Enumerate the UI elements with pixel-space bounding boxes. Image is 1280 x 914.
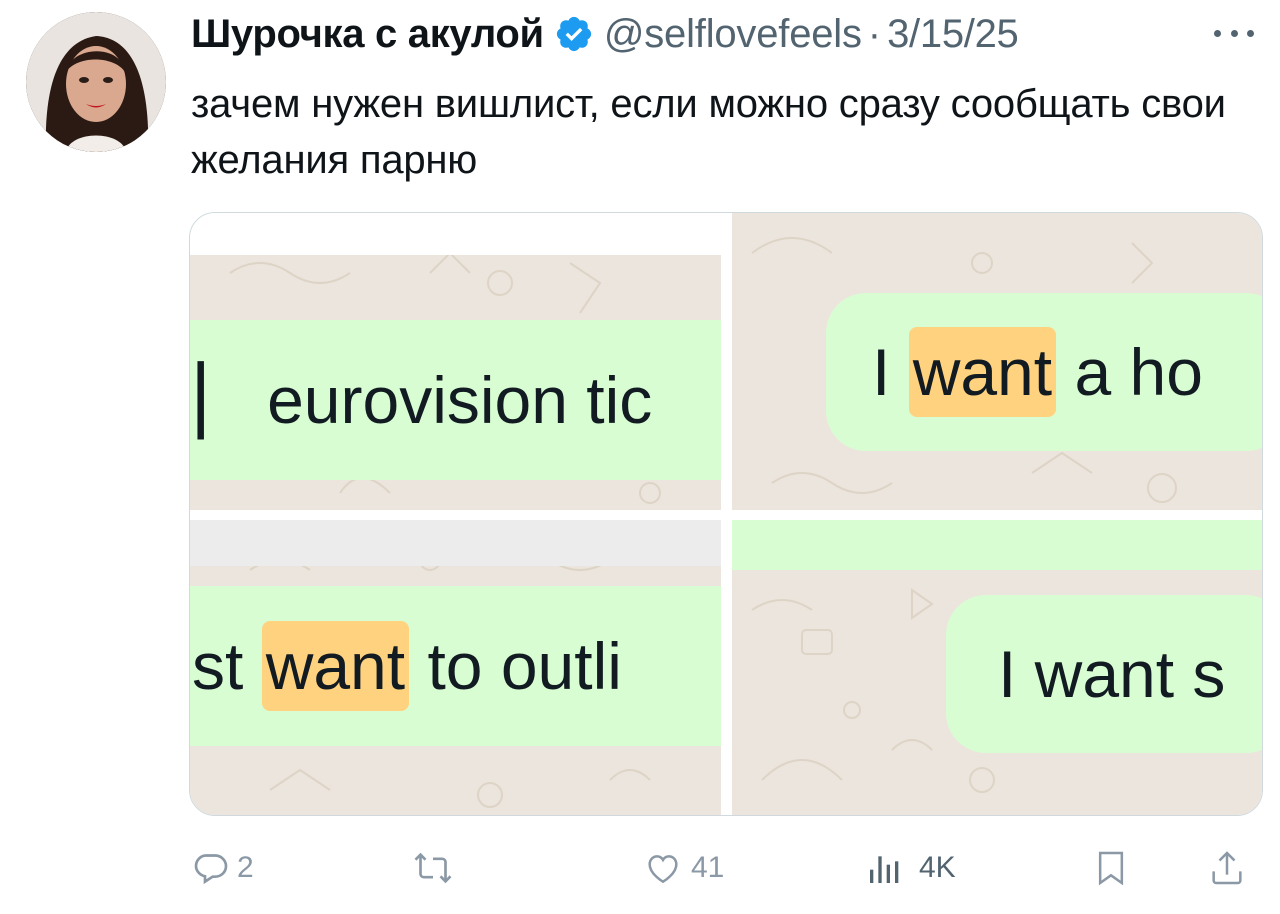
views-count: 4K — [919, 851, 956, 884]
views-icon — [870, 856, 899, 883]
author-name[interactable]: Шурочка с акулой — [191, 12, 544, 57]
message-bubble-top — [732, 520, 1262, 570]
retweet-icon — [414, 852, 452, 884]
verified-badge-icon[interactable] — [554, 14, 594, 54]
views-button[interactable]: 4K — [865, 840, 956, 896]
highlighted-word: want — [908, 327, 1057, 417]
message-text: st — [192, 629, 262, 703]
message-text: I — [872, 335, 909, 409]
tweet-date[interactable]: 3/15/25 — [887, 12, 1019, 57]
reply-icon — [194, 854, 228, 885]
retweet-button[interactable] — [411, 840, 461, 896]
more-horizontal-icon[interactable] — [1206, 18, 1262, 48]
image-top-strip — [190, 213, 721, 255]
avatar[interactable] — [26, 12, 166, 152]
author-handle[interactable]: @selflovefeels — [604, 12, 862, 57]
message-text-end: to outli — [409, 629, 622, 703]
message-text-end: a ho — [1056, 335, 1203, 409]
like-button[interactable]: 41 — [641, 840, 724, 896]
bookmark-button[interactable] — [1091, 840, 1131, 896]
separator-dot: · — [867, 11, 882, 56]
bookmark-icon — [1098, 851, 1124, 886]
message-text: I want s — [998, 637, 1226, 711]
heart-icon — [648, 855, 678, 884]
message-bubble: I want s — [946, 595, 1262, 753]
media-grid[interactable]: ▏ eurovision tic I want a ho st want to … — [189, 212, 1263, 816]
tweet-text: зачем нужен вишлист, если можно сразу со… — [191, 82, 1226, 182]
like-count: 41 — [691, 851, 725, 884]
media-image-4[interactable]: I want s — [732, 520, 1262, 815]
reply-button[interactable]: 2 — [191, 840, 254, 896]
image-top-strip — [190, 520, 721, 566]
message-bubble: I want a ho — [826, 293, 1262, 451]
message-bubble: ▏ eurovision tic — [190, 320, 721, 480]
media-image-3[interactable]: st want to outli — [190, 520, 721, 815]
share-button[interactable] — [1207, 840, 1247, 896]
share-icon — [1212, 851, 1242, 885]
reply-count: 2 — [237, 851, 254, 884]
tweet-header: Шурочка с акулой @selflovefeels · 3/15/2… — [191, 10, 1019, 58]
message-bubble: st want to outli — [190, 586, 721, 746]
media-image-2[interactable]: I want a ho — [732, 213, 1262, 510]
media-image-1[interactable]: ▏ eurovision tic — [190, 213, 721, 510]
tweet-actions: 2 41 4K — [189, 840, 1263, 900]
highlighted-word: want — [261, 621, 410, 711]
message-text: ▏ eurovision tic — [198, 363, 653, 437]
